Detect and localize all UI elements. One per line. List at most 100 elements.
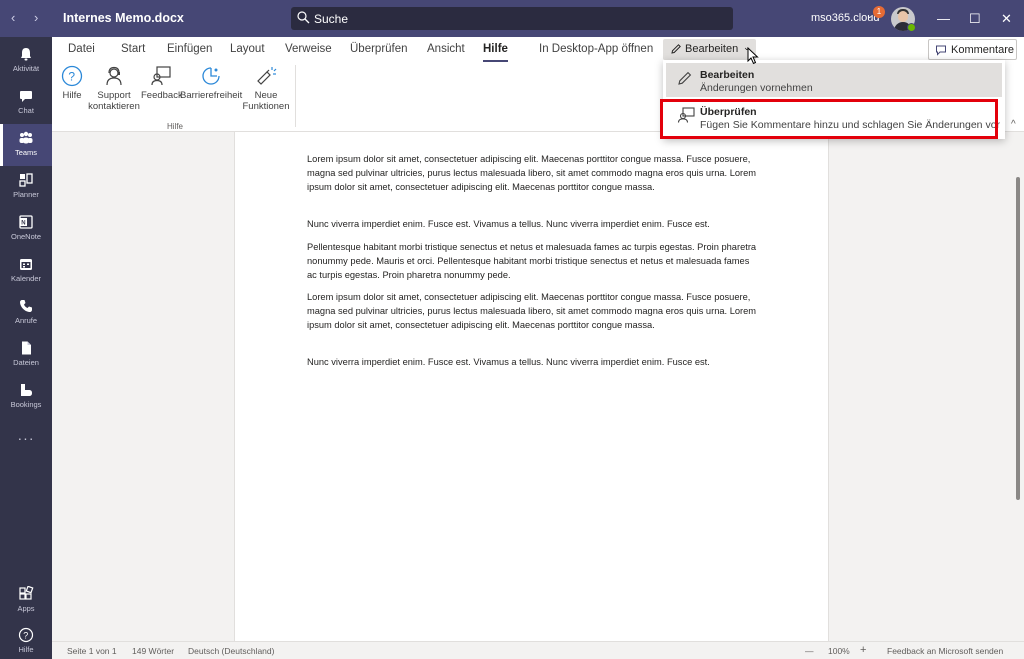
new-features-button-label-2: Funktionen xyxy=(242,101,290,112)
comments-label: Kommentare xyxy=(951,44,1014,56)
comments-button[interactable]: Kommentare xyxy=(928,39,1017,60)
back-icon[interactable]: ‹ xyxy=(11,10,15,25)
help-icon: ? xyxy=(18,627,34,643)
mouse-cursor-icon xyxy=(747,47,759,65)
chat-icon xyxy=(20,91,32,102)
tab-view[interactable]: Ansicht xyxy=(427,43,465,55)
rail-item-label: Kalender xyxy=(10,274,42,283)
minimize-icon[interactable]: — xyxy=(937,11,950,26)
accessibility-button[interactable]: Barrierefreiheit xyxy=(180,65,242,101)
search-bar[interactable]: Suche xyxy=(291,7,733,30)
rail-more-button[interactable]: ··· xyxy=(0,422,52,464)
paragraph[interactable]: Nunc viverra imperdiet enim. Fusce est. … xyxy=(307,355,759,369)
paragraph[interactable]: Nunc viverra imperdiet enim. Fusce est. … xyxy=(307,217,759,231)
pencil-icon xyxy=(678,71,692,85)
document-canvas: Lorem ipsum dolor sit amet, consectetuer… xyxy=(52,132,1024,641)
more-icon: ··· xyxy=(17,430,35,446)
rail-item-bookings[interactable]: Bookings xyxy=(0,376,52,418)
notification-badge: 1 xyxy=(873,6,885,18)
new-features-button-label: Neue xyxy=(254,90,278,101)
tab-insert[interactable]: Einfügen xyxy=(167,43,212,55)
svg-text:N: N xyxy=(21,221,25,227)
support-button-label: Support xyxy=(97,90,131,101)
forward-icon[interactable]: › xyxy=(34,10,38,25)
collapse-ribbon-icon[interactable]: ^ xyxy=(1011,119,1016,130)
rail-item-label: Dateien xyxy=(13,358,39,367)
rail-item-teams[interactable]: Teams xyxy=(0,124,52,166)
dropdown-item-edit[interactable]: Bearbeiten Änderungen vornehmen xyxy=(666,63,1002,97)
rail-item-planner[interactable]: Planner xyxy=(0,166,52,208)
svg-text:?: ? xyxy=(68,70,75,84)
zoom-level[interactable]: 100% xyxy=(828,646,850,656)
rail-item-apps[interactable]: Apps xyxy=(0,580,52,622)
rail-item-help[interactable]: ? Hilfe xyxy=(0,621,52,659)
rail-item-label: Planner xyxy=(13,190,39,199)
tab-help[interactable]: Hilfe xyxy=(483,43,508,62)
paragraph[interactable]: Lorem ipsum dolor sit amet, consectetuer… xyxy=(307,290,759,332)
support-button-label-2: kontaktieren xyxy=(88,101,140,112)
group-label-help: Hilfe xyxy=(167,122,184,131)
new-features-button[interactable]: Neue Funktionen xyxy=(241,65,291,112)
dropdown-item-review[interactable]: Überprüfen Fügen Sie Kommentare hinzu un… xyxy=(666,100,1002,134)
rail-item-label: Hilfe xyxy=(18,645,34,654)
rail-item-calls[interactable]: Anrufe xyxy=(0,292,52,334)
pencil-icon xyxy=(671,44,681,54)
tab-layout[interactable]: Layout xyxy=(230,43,265,55)
edit-mode-label: Bearbeiten xyxy=(685,43,739,55)
tab-references[interactable]: Verweise xyxy=(285,43,332,55)
paragraph[interactable]: Pellentesque habitant morbi tristique se… xyxy=(307,240,759,282)
rail-item-label: Chat xyxy=(18,106,34,115)
zoom-out-button[interactable]: — xyxy=(805,646,814,656)
feedback-button[interactable]: Feedback xyxy=(141,65,183,101)
feedback-icon xyxy=(151,66,171,86)
rail-item-label: Teams xyxy=(14,148,38,157)
avatar-face xyxy=(898,11,908,22)
tab-start[interactable]: Start xyxy=(121,43,145,55)
word-count[interactable]: 149 Wörter xyxy=(132,646,174,656)
help-button-label: Hilfe xyxy=(62,90,82,101)
apps-icon xyxy=(19,586,34,600)
maximize-icon[interactable]: ☐ xyxy=(969,11,981,27)
support-button[interactable]: Support kontaktieren xyxy=(86,65,142,112)
open-desktop-app-link[interactable]: In Desktop-App öffnen xyxy=(539,43,653,55)
bell-icon xyxy=(21,48,31,61)
edit-mode-dropdown: Bearbeiten Änderungen vornehmen Überprüf… xyxy=(663,60,1005,139)
teams-icon xyxy=(19,131,33,144)
document-page[interactable]: Lorem ipsum dolor sit amet, consectetuer… xyxy=(234,132,829,641)
paragraph[interactable]: Lorem ipsum dolor sit amet, consectetuer… xyxy=(307,152,759,194)
calendar-icon xyxy=(20,259,32,270)
rail-item-activity[interactable]: Aktivität xyxy=(0,40,52,82)
rail-item-label: Apps xyxy=(17,604,35,613)
dropdown-item-title: Bearbeiten xyxy=(700,69,755,81)
dropdown-item-subtitle: Fügen Sie Kommentare hinzu und schlagen … xyxy=(700,119,1000,131)
rail-item-calendar[interactable]: Kalender xyxy=(0,250,52,292)
edit-mode-button[interactable]: Bearbeiten ⌄ xyxy=(663,39,756,60)
language-status[interactable]: Deutsch (Deutschland) xyxy=(188,646,274,656)
rail-item-label: OneNote xyxy=(10,232,42,241)
search-input[interactable]: Suche xyxy=(314,12,348,26)
new-features-icon xyxy=(257,67,277,85)
onenote-icon: N xyxy=(19,215,33,229)
help-circle-icon: ? xyxy=(61,65,83,87)
accessibility-icon xyxy=(202,67,220,85)
help-button[interactable]: ? Hilfe xyxy=(59,65,85,101)
phone-icon xyxy=(20,300,32,312)
vertical-scrollbar[interactable] xyxy=(1016,177,1020,500)
dropdown-item-title: Überprüfen xyxy=(700,106,757,118)
close-icon[interactable]: ✕ xyxy=(1001,11,1012,27)
tab-review[interactable]: Überprüfen xyxy=(350,43,408,55)
rail-item-onenote[interactable]: N OneNote xyxy=(0,208,52,250)
tab-file[interactable]: Datei xyxy=(68,43,95,55)
feedback-link[interactable]: Feedback an Microsoft senden xyxy=(887,646,1003,656)
zoom-in-button[interactable]: + xyxy=(860,644,866,656)
dropdown-item-subtitle: Änderungen vornehmen xyxy=(700,82,813,94)
app-rail: Aktivität Chat Teams Planner N OneNote K… xyxy=(0,37,52,659)
presence-icon xyxy=(907,23,916,32)
group-divider xyxy=(295,65,296,127)
rail-item-files[interactable]: Dateien xyxy=(0,334,52,376)
support-icon xyxy=(106,66,122,86)
rail-item-chat[interactable]: Chat xyxy=(0,82,52,124)
accessibility-button-label: Barrierefreiheit xyxy=(180,90,243,101)
rail-item-label: Aktivität xyxy=(12,64,40,73)
planner-icon xyxy=(19,173,33,187)
